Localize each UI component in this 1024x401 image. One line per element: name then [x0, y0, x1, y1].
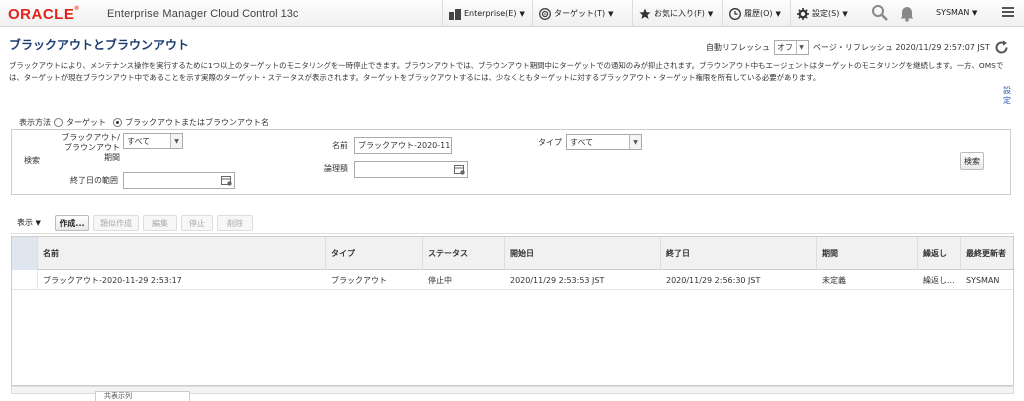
table-row[interactable]: ブラックアウト-2020-11-29 2:53:17 ブラックアウト 停止中 2…	[12, 270, 1013, 290]
page-title: ブラックアウトとブラウンアウト	[9, 38, 190, 52]
search-button[interactable]: 検索	[960, 152, 984, 170]
view-mode-label: 表示方法	[19, 118, 51, 127]
menu-targets[interactable]: ターゲット(T) ▼	[532, 0, 620, 27]
stop-button[interactable]: 停止	[181, 215, 213, 231]
name-label: 名前	[332, 141, 348, 150]
cell-last-updated-by: SYSMAN	[966, 275, 1000, 285]
target-icon	[539, 7, 551, 20]
cell-type: ブラックアウト	[331, 275, 387, 285]
create-button[interactable]: 作成...	[55, 215, 89, 231]
end-range-label: 終了日の範囲	[70, 176, 118, 185]
auto-refresh-value: オフ	[777, 43, 793, 52]
chevron-down-icon: ▼	[707, 9, 714, 18]
delete-button[interactable]: 削除	[217, 215, 253, 231]
reason-label: 論理積	[324, 164, 348, 173]
menu-enterprise-label: Enterprise(E)	[464, 9, 517, 18]
row-selector-header	[12, 237, 38, 270]
search-icon[interactable]	[871, 4, 889, 22]
menu-history-label: 履歴(O)	[744, 9, 773, 18]
page-description: ブラックアウトにより、メンテナンス操作を実行するために1つ以上のターゲットのモニ…	[9, 61, 1004, 82]
bottom-tab[interactable]: 共表示列	[95, 391, 190, 401]
period-label: ブラックアウト/ブラウンアウト期間	[61, 133, 120, 162]
menu-enterprise[interactable]: Enterprise(E) ▼	[442, 0, 531, 27]
edit-button[interactable]: 編集	[143, 215, 177, 231]
view-mode: 表示方法 ターゲット ブラックアウトまたはブラウンアウト名	[19, 117, 269, 128]
column-header-start[interactable]: 開始日	[505, 237, 661, 270]
menu-setup-label: 設定(S)	[812, 9, 840, 18]
cell-end: 2020/11/29 2:56:30 JST	[666, 275, 761, 285]
cell-name: ブラックアウト-2020-11-29 2:53:17	[43, 275, 182, 285]
auto-refresh-label: 自動リフレッシュ	[706, 43, 770, 52]
table-header: 名前 タイプ ステータス 開始日 終了日 期間 繰返し 最終更新者	[12, 237, 1013, 270]
view-menu-label: 表示	[17, 218, 33, 227]
search-panel: 検索 ブラックアウト/ブラウンアウト期間 すべて ▼ 終了日の範囲 名前 ブラック…	[11, 129, 1011, 195]
column-header-type[interactable]: タイプ	[326, 237, 423, 270]
chevron-down-icon: ▼	[35, 218, 41, 227]
user-name: SYSMAN	[936, 8, 970, 17]
column-header-name[interactable]: 名前	[38, 237, 326, 270]
type-label: タイプ	[538, 138, 562, 147]
column-header-end[interactable]: 終了日	[661, 237, 817, 270]
radio-target[interactable]	[54, 118, 63, 127]
user-menu[interactable]: SYSMAN ▼	[936, 8, 977, 17]
chevron-down-icon: ▼	[971, 9, 978, 17]
reason-input[interactable]	[354, 161, 468, 178]
cell-status: 停止中	[428, 275, 452, 285]
star-icon	[639, 8, 651, 19]
chevron-down-icon: ▼	[629, 135, 641, 149]
gear-icon	[797, 7, 809, 20]
auto-refresh-select[interactable]: オフ ▼	[774, 40, 809, 55]
row-selector[interactable]	[12, 270, 38, 290]
chevron-down-icon: ▼	[842, 9, 848, 18]
chevron-down-icon: ▼	[519, 9, 525, 18]
oracle-logo: ORACLE®	[8, 6, 80, 23]
menu-targets-label: ターゲット(T)	[554, 9, 606, 18]
cell-repeat: 繰返し...	[923, 275, 955, 285]
table-toolbar: 表示 ▼ 作成... 類似作成 編集 停止 削除	[11, 214, 1014, 234]
name-value: ブラックアウト-2020-11-2	[358, 141, 452, 150]
reload-icon[interactable]	[994, 40, 1009, 55]
type-select[interactable]: すべて ▼	[566, 134, 642, 150]
end-range-input[interactable]	[123, 172, 235, 189]
column-header-repeat[interactable]: 繰返し	[918, 237, 961, 270]
menu-favorites[interactable]: お気に入り(F) ▼	[632, 0, 719, 27]
hamburger-menu-icon[interactable]	[1002, 7, 1014, 19]
period-value: すべて	[127, 136, 151, 146]
bell-icon[interactable]	[899, 4, 915, 22]
calendar-icon[interactable]	[221, 175, 232, 186]
global-header: ORACLE® Enterprise Manager Cloud Control…	[0, 0, 1024, 27]
type-value: すべて	[570, 137, 594, 147]
refresh-controls: 自動リフレッシュ オフ ▼ ページ・リフレッシュ 2020/11/29 2:57:…	[706, 40, 1009, 55]
cell-duration: 未定義	[822, 275, 846, 285]
radio-name-label: ブラックアウトまたはブラウンアウト名	[125, 118, 269, 127]
menu-history[interactable]: 履歴(O) ▼	[722, 0, 787, 27]
radio-target-label: ターゲット	[66, 118, 106, 127]
chevron-down-icon: ▼	[608, 9, 614, 18]
chevron-down-icon: ▼	[170, 134, 182, 148]
column-header-status[interactable]: ステータス	[423, 237, 505, 270]
create-like-button[interactable]: 類似作成	[93, 215, 139, 231]
cell-start: 2020/11/29 2:53:53 JST	[510, 275, 605, 285]
name-input[interactable]: ブラックアウト-2020-11-2	[354, 137, 452, 154]
calendar-icon[interactable]	[454, 164, 465, 175]
enterprise-icon	[449, 8, 461, 20]
chevron-down-icon: ▼	[775, 9, 781, 18]
period-select[interactable]: すべて ▼	[123, 133, 183, 149]
menu-setup[interactable]: 設定(S) ▼	[790, 0, 854, 27]
product-name: Enterprise Manager Cloud Control 13c	[107, 8, 299, 20]
blackout-table: 名前 タイプ ステータス 開始日 終了日 期間 繰返し 最終更新者 ブラックアウ…	[11, 236, 1014, 386]
chevron-down-icon: ▼	[796, 41, 806, 54]
clock-icon	[729, 7, 741, 20]
column-header-last-updated-by[interactable]: 最終更新者	[961, 237, 1013, 270]
search-section-label: 検索	[24, 156, 40, 165]
menu-favorites-label: お気に入り(F)	[654, 9, 705, 18]
settings-link[interactable]: 設定	[1003, 86, 1012, 106]
radio-name[interactable]	[113, 118, 122, 127]
column-header-duration[interactable]: 期間	[817, 237, 918, 270]
view-menu[interactable]: 表示 ▼	[11, 214, 49, 231]
page-refresh-timestamp: ページ・リフレッシュ 2020/11/29 2:57:07 JST	[813, 43, 990, 52]
